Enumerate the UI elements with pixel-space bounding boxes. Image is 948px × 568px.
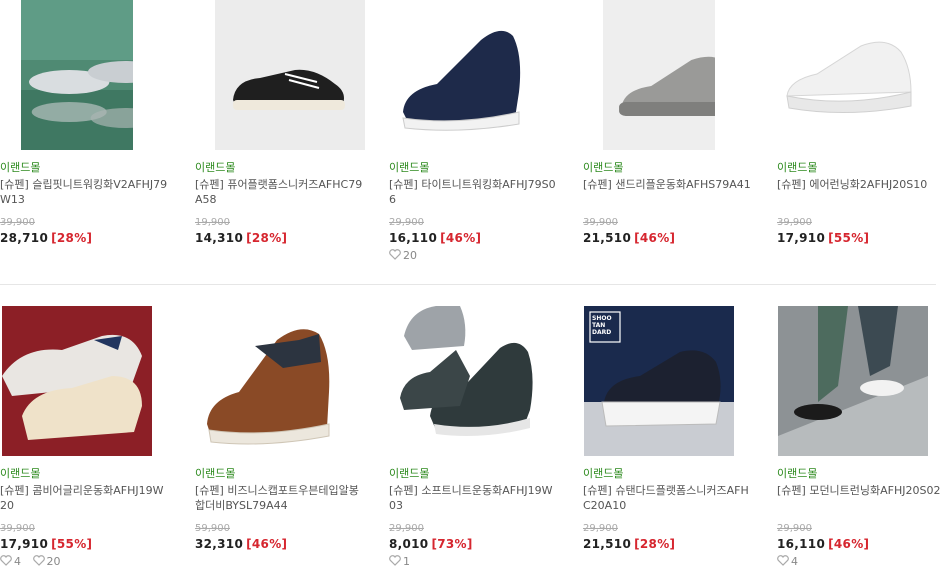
discount-rate: [55%]	[51, 537, 93, 551]
product-name[interactable]: [슈펜] 소프트니트운동화AFHJ19W03	[389, 483, 557, 513]
discount-rate: [73%]	[431, 537, 473, 551]
price-value: 16,110	[389, 231, 438, 245]
discount-rate: [46%]	[828, 537, 870, 551]
product-image[interactable]: SHOO TAN DARD	[584, 306, 734, 456]
product-image[interactable]	[389, 0, 539, 150]
price-value: 16,110	[777, 537, 826, 551]
price-value: 14,310	[195, 231, 244, 245]
heart-icon	[777, 555, 789, 566]
product-name[interactable]: [슈펜] 샌드리플운동화AFHS79A41	[583, 177, 751, 192]
price-value: 32,310	[195, 537, 244, 551]
discount-rate: [46%]	[440, 231, 482, 245]
store-name: 이랜드몰	[0, 161, 41, 174]
original-price: 29,900	[389, 523, 424, 534]
like-count[interactable]: 4	[0, 555, 21, 568]
product-name[interactable]: [슈펜] 타이트니트워킹화AFHJ79S06	[389, 177, 557, 207]
original-price: 39,900	[583, 217, 618, 228]
heart-icon	[32, 555, 45, 566]
product-image[interactable]	[390, 306, 540, 456]
like-count[interactable]: 20	[32, 555, 61, 568]
like-counts: 1	[389, 555, 418, 568]
product-name[interactable]: [슈펜] 슈탠다드플랫폼스니커즈AFHC20A10	[583, 483, 751, 513]
heart-icon	[0, 555, 12, 566]
like-counts: 4 20	[0, 555, 69, 568]
product-name[interactable]: [슈펜] 콤비어글리운동화AFHJ19W20	[0, 483, 168, 513]
price-value: 28,710	[0, 231, 49, 245]
product-name[interactable]: [슈펜] 슬립핏니트워킹화V2AFHJ79W13	[0, 177, 168, 207]
store-name: 이랜드몰	[777, 467, 818, 480]
price-value: 21,510	[583, 231, 632, 245]
product-name[interactable]: [슈펜] 비즈니스캡포트우븐테입알봉합더비BYSL79A44	[195, 483, 363, 513]
product-image[interactable]	[215, 0, 365, 150]
shoostandard-logo: SHOO TAN DARD	[592, 315, 612, 336]
product-image[interactable]	[2, 306, 152, 456]
discount-rate: [46%]	[246, 537, 288, 551]
like-count[interactable]: 20	[389, 249, 417, 262]
original-price: 29,900	[583, 523, 618, 534]
discount-rate: [28%]	[51, 231, 93, 245]
original-price: 39,900	[777, 217, 812, 228]
store-name: 이랜드몰	[389, 467, 430, 480]
original-price: 19,900	[195, 217, 230, 228]
store-name: 이랜드몰	[195, 467, 236, 480]
product-image[interactable]	[778, 306, 928, 456]
product-image[interactable]	[21, 0, 133, 150]
product-image[interactable]	[195, 306, 345, 456]
sale-price: 32,310 [46%]	[195, 537, 287, 551]
like-count[interactable]: 4	[777, 555, 798, 568]
sale-price: 17,910 [55%]	[0, 537, 92, 551]
like-count[interactable]: 1	[389, 555, 410, 568]
discount-rate: [28%]	[246, 231, 288, 245]
store-name: 이랜드몰	[777, 161, 818, 174]
discount-rate: [55%]	[828, 231, 870, 245]
sale-price: 21,510 [46%]	[583, 231, 675, 245]
discount-rate: [46%]	[634, 231, 676, 245]
store-name: 이랜드몰	[195, 161, 236, 174]
sale-price: 8,010 [73%]	[389, 537, 473, 551]
original-price: 59,900	[195, 523, 230, 534]
like-counts: 20	[389, 249, 425, 262]
original-price: 29,900	[389, 217, 424, 228]
price-value: 17,910	[777, 231, 826, 245]
product-name[interactable]: [슈펜] 모던니트런닝화AFHJ20S02	[777, 483, 945, 498]
store-name: 이랜드몰	[583, 467, 624, 480]
store-name: 이랜드몰	[389, 161, 430, 174]
discount-rate: [28%]	[634, 537, 676, 551]
product-name[interactable]: [슈펜] 에어런닝화2AFHJ20S10	[777, 177, 945, 192]
row-divider	[0, 284, 936, 285]
store-name: 이랜드몰	[583, 161, 624, 174]
sale-price: 17,910 [55%]	[777, 231, 869, 245]
original-price: 39,900	[0, 523, 35, 534]
product-image[interactable]	[603, 0, 715, 150]
sale-price: 21,510 [28%]	[583, 537, 675, 551]
original-price: 39,900	[0, 217, 35, 228]
store-name: 이랜드몰	[0, 467, 41, 480]
price-value: 21,510	[583, 537, 632, 551]
price-value: 8,010	[389, 537, 429, 551]
heart-icon	[389, 555, 401, 566]
sale-price: 14,310 [28%]	[195, 231, 287, 245]
price-value: 17,910	[0, 537, 49, 551]
heart-icon	[389, 249, 401, 260]
sale-price: 16,110 [46%]	[389, 231, 481, 245]
product-name[interactable]: [슈펜] 퓨어플랫폼스니커즈AFHC79A58	[195, 177, 363, 207]
product-image[interactable]	[777, 0, 927, 150]
like-counts: 4	[777, 555, 806, 568]
original-price: 29,900	[777, 523, 812, 534]
sale-price: 28,710 [28%]	[0, 231, 92, 245]
sale-price: 16,110 [46%]	[777, 537, 869, 551]
